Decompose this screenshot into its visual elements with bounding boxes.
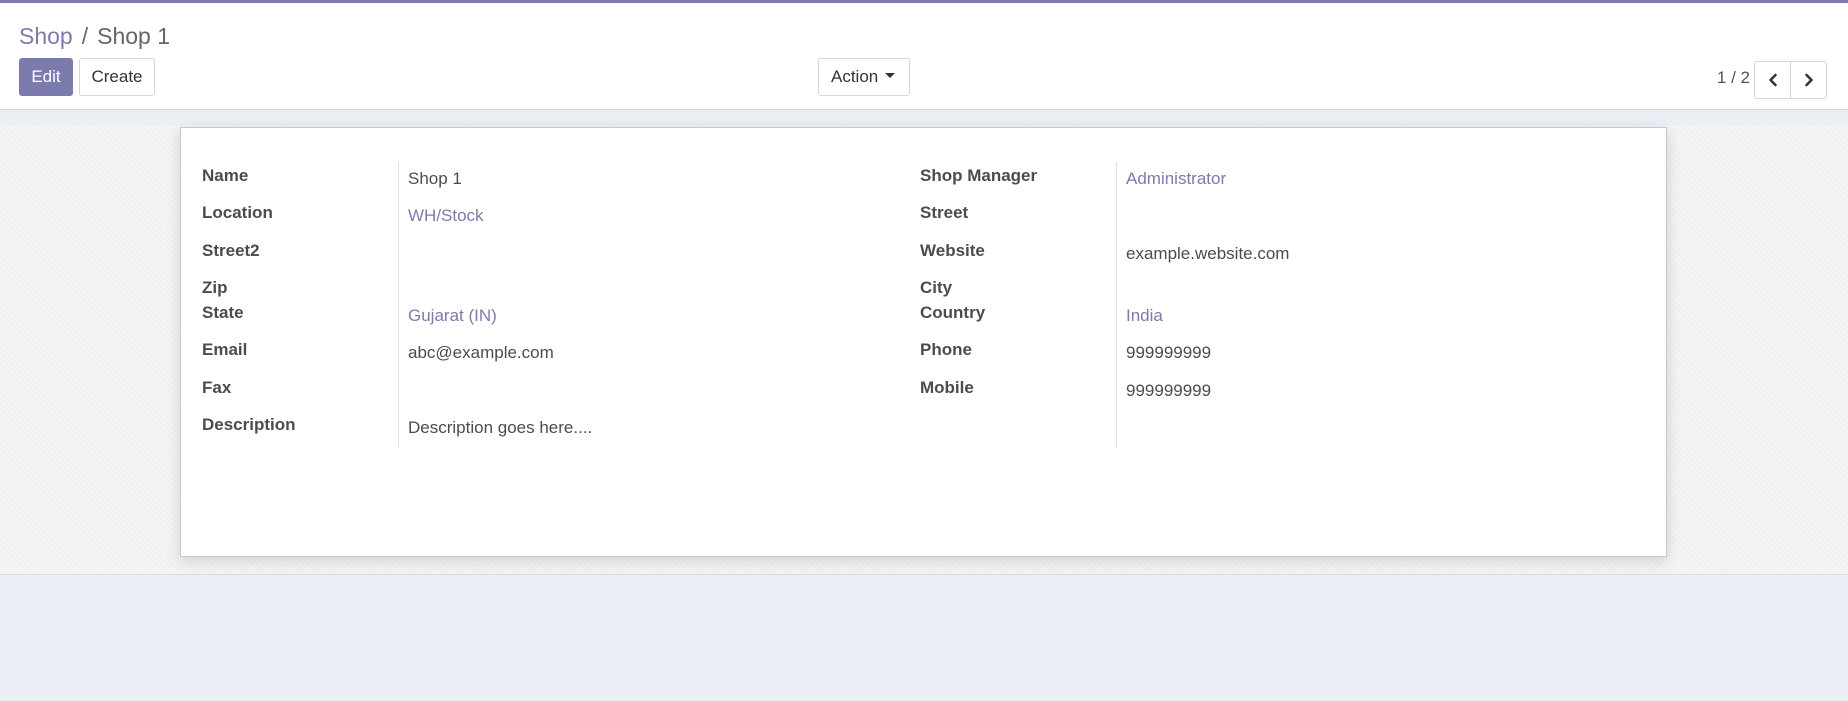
breadcrumb-shop-link[interactable]: Shop: [19, 23, 73, 49]
location-label: Location: [202, 203, 273, 222]
chevron-left-icon: [1769, 73, 1777, 87]
left-column-divider: [398, 162, 399, 448]
control-panel: Shop / Shop 1 Edit Create Action 1 / 2: [0, 3, 1848, 110]
name-value: Shop 1: [408, 169, 462, 188]
street-label: Street: [920, 203, 969, 222]
city-label: City: [920, 278, 953, 297]
name-label: Name: [202, 166, 249, 185]
breadcrumb-current: Shop 1: [97, 23, 171, 49]
breadcrumb-separator: /: [81, 23, 89, 49]
pager-next-button[interactable]: [1790, 61, 1827, 99]
shop-manager-link[interactable]: Administrator: [1126, 168, 1226, 190]
country-label: Country: [920, 303, 986, 322]
form-sheet: Name Shop 1 Location WH/Stock Street2 Zi…: [180, 127, 1667, 557]
state-label: State: [202, 303, 244, 322]
create-button[interactable]: Create: [79, 58, 155, 96]
shop-manager-label: Shop Manager: [920, 166, 1038, 185]
fax-label: Fax: [202, 378, 232, 397]
edit-button[interactable]: Edit: [19, 58, 73, 96]
chevron-right-icon: [1805, 73, 1813, 87]
website-label: Website: [920, 241, 985, 260]
country-link[interactable]: India: [1126, 305, 1163, 327]
phone-value: 999999999: [1126, 343, 1212, 362]
state-link[interactable]: Gujarat (IN): [408, 305, 497, 327]
email-value: abc@example.com: [408, 343, 554, 362]
zip-label: Zip: [202, 278, 228, 297]
action-dropdown-button[interactable]: Action: [818, 58, 910, 96]
website-value: example.website.com: [1126, 244, 1290, 263]
breadcrumb: Shop / Shop 1: [19, 21, 170, 51]
mobile-value: 999999999: [1126, 381, 1212, 400]
action-label: Action: [831, 67, 879, 86]
description-label: Description: [202, 415, 296, 434]
street2-label: Street2: [202, 241, 260, 260]
location-link[interactable]: WH/Stock: [408, 205, 484, 227]
phone-label: Phone: [920, 340, 972, 359]
description-value: Description goes here....: [408, 418, 593, 437]
right-column-divider: [1116, 162, 1117, 448]
pager-previous-button[interactable]: [1754, 61, 1791, 99]
email-label: Email: [202, 340, 248, 359]
pager-value[interactable]: 1 / 2: [1700, 65, 1750, 91]
mobile-label: Mobile: [920, 378, 974, 397]
caret-down-icon: [885, 73, 896, 79]
